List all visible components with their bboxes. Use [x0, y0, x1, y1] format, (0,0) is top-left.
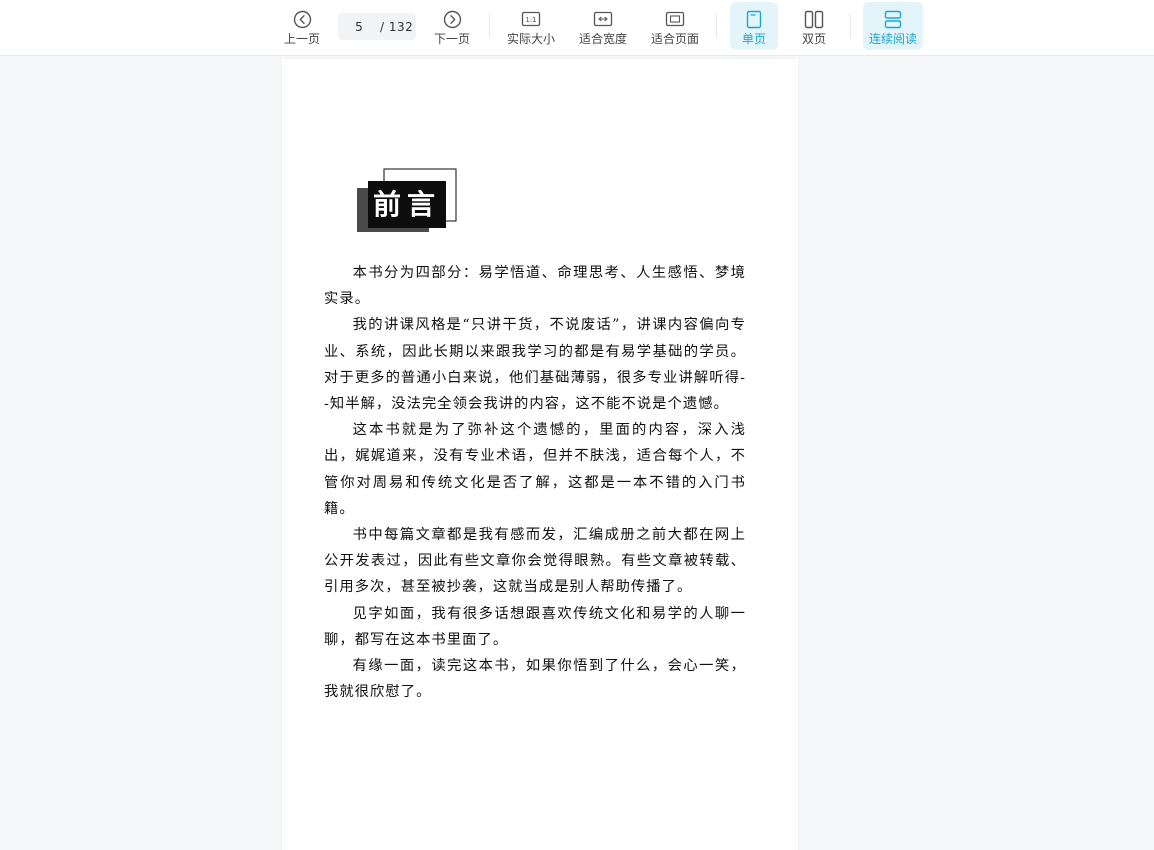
single-page-button[interactable]: 单页 [730, 2, 778, 50]
actual-size-button[interactable]: 1:1 实际大小 [504, 2, 558, 50]
next-page-button[interactable]: 下一页 [432, 2, 472, 50]
single-page-icon [746, 9, 762, 29]
paragraph: 这本书就是为了弥补这个遗憾的，里面的内容，深入浅出，娓娓道来，没有专业术语，但并… [324, 422, 746, 517]
preface-heading: 前言 [355, 166, 459, 234]
double-page-button[interactable]: 双页 [790, 2, 838, 50]
paragraph: 有缘一面，读完这本书，如果你悟到了什么，会心一笑，我就很欣慰了。 [324, 658, 746, 701]
actual-size-icon: 1:1 [521, 9, 541, 29]
document-page: 前言 本书分为四部分：易学悟道、命理思考、人生感悟、梦境实录。 我的讲课风格是“… [282, 59, 798, 850]
paragraph: 书中每篇文章都是我有感而发，汇编成册之前大都在网上公开发表过，因此有些文章你会觉… [324, 527, 746, 596]
actual-size-label: 实际大小 [506, 32, 555, 46]
fit-page-icon [665, 9, 685, 29]
preface-body: 本书分为四部分：易学悟道、命理思考、人生感悟、梦境实录。 我的讲课风格是“只讲干… [324, 260, 746, 705]
prev-page-label: 上一页 [283, 32, 320, 46]
paragraph: 我的讲课风格是“只讲干货，不说废话”，讲课内容偏向专业、系统，因此长期以来跟我学… [324, 317, 746, 413]
double-page-label: 双页 [801, 32, 826, 46]
chevron-left-circle-icon [293, 9, 312, 29]
svg-text:1:1: 1:1 [525, 16, 536, 24]
toolbar-divider [489, 14, 490, 38]
prev-page-button[interactable]: 上一页 [282, 2, 322, 50]
fit-page-button[interactable]: 适合页面 [648, 2, 702, 50]
preface-title: 前言 [373, 188, 441, 221]
page-number-input[interactable] [346, 19, 372, 34]
toolbar-divider [716, 14, 717, 38]
fit-width-label: 适合宽度 [578, 32, 627, 46]
continuous-read-label: 连续阅读 [868, 32, 917, 46]
fit-width-button[interactable]: 适合宽度 [576, 2, 630, 50]
page-indicator: / 132 [338, 13, 416, 40]
continuous-read-icon [884, 9, 902, 29]
paragraph: 本书分为四部分：易学悟道、命理思考、人生感悟、梦境实录。 [324, 265, 746, 308]
continuous-read-button[interactable]: 连续阅读 [863, 2, 923, 50]
fit-width-icon [593, 9, 613, 29]
next-page-label: 下一页 [433, 32, 470, 46]
page-total: / 132 [380, 19, 414, 34]
viewer-toolbar: 上一页 / 132 下一页 1:1 实际大小 适合宽度 适合页面 单页 [0, 0, 1154, 56]
paragraph: 见字如面，我有很多话想跟喜欢传统文化和易学的人聊一聊，都写在这本书里面了。 [324, 605, 746, 648]
double-page-icon [804, 9, 824, 29]
fit-page-label: 适合页面 [650, 32, 699, 46]
single-page-label: 单页 [741, 32, 766, 46]
chevron-right-circle-icon [443, 9, 462, 29]
preface-title-badge: 前言 [357, 168, 457, 232]
toolbar-divider [850, 14, 851, 38]
document-viewer[interactable]: 前言 本书分为四部分：易学悟道、命理思考、人生感悟、梦境实录。 我的讲课风格是“… [0, 56, 1154, 850]
